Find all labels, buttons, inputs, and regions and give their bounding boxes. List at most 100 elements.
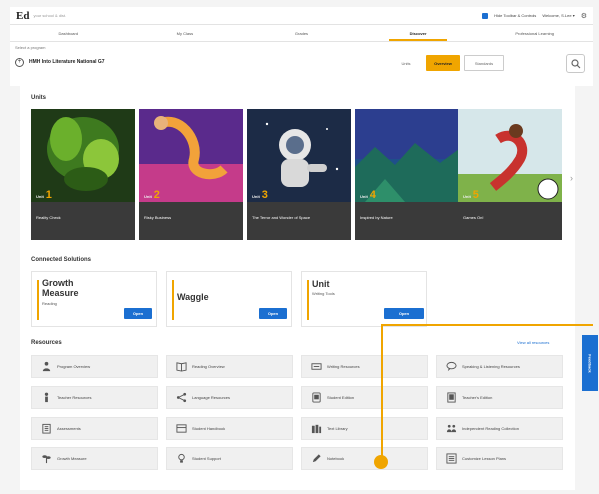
unit-number: Unit 2	[144, 189, 160, 201]
gear-icon[interactable]: ⚙	[581, 12, 587, 20]
books-icon	[310, 423, 322, 435]
open-growth-measure-button[interactable]: Open	[124, 308, 152, 319]
unit-card-3[interactable]: Unit 3 The Terror and Wonder of Space	[247, 109, 351, 240]
library-icon	[175, 423, 187, 435]
toolbar-toggle-icon[interactable]	[482, 12, 489, 19]
people-icon	[40, 361, 52, 373]
unit-card-1[interactable]: Unit 1 Reality Check	[31, 109, 135, 240]
resource-label: Reading Overview	[192, 364, 225, 369]
resource-button[interactable]: Speaking & Listening Resources	[436, 355, 563, 378]
feedback-label: Feedback	[587, 353, 593, 373]
resource-button[interactable]: Text Library	[301, 417, 428, 440]
resource-button[interactable]: Teacher Resources	[31, 386, 158, 409]
share-icon	[175, 392, 187, 404]
resource-button[interactable]: Teacher's Edition	[436, 386, 563, 409]
unit-number: Unit 3	[252, 189, 268, 201]
resource-label: Student Support	[192, 456, 221, 461]
resource-label: Growth Measure	[57, 456, 87, 461]
unit-title: Inspired by Nature	[360, 215, 393, 220]
unit-number: Unit 5	[463, 189, 479, 201]
view-option-overview[interactable]: Overview	[426, 55, 460, 71]
resource-label: Student Handbook	[192, 426, 226, 431]
resource-button[interactable]: Student Handbook	[166, 417, 293, 440]
clipboard-icon	[40, 423, 52, 435]
view-all-resources-link[interactable]: View all resources	[517, 340, 549, 345]
top-right-controls: Hide Toolbar & Controls Welcome, S.Lee ▾…	[482, 12, 587, 20]
unit-card-4[interactable]: Unit 4 Inspired by Nature	[355, 109, 459, 240]
unit-title: Games On!	[463, 215, 484, 220]
keyboard-icon	[310, 361, 322, 373]
resource-button[interactable]: Customize Lesson Plans	[436, 447, 563, 470]
solution-card-writing-tools[interactable]: Unit Writing Tools Open	[301, 271, 427, 327]
unit-card-5[interactable]: Unit 5 Games On!	[458, 109, 562, 240]
view-option-units[interactable]: Units	[390, 55, 422, 71]
top-bar: Ed your school & dist. Hide Toolbar & Co…	[10, 7, 593, 25]
resource-button[interactable]: Reading Overview	[166, 355, 293, 378]
person-icon	[40, 392, 52, 404]
solution-subtitle: Writing Tools	[312, 291, 335, 296]
resource-button[interactable]: Student Edition	[301, 386, 428, 409]
solution-card-growth-measure[interactable]: Growth Measure Reading Open	[31, 271, 157, 327]
unit-card-2[interactable]: Unit 2 Risky Business	[139, 109, 243, 240]
lightbulb-icon	[175, 453, 187, 465]
accent-bar	[307, 280, 309, 320]
chat-icon	[445, 361, 457, 373]
solution-subtitle: Reading	[42, 301, 57, 306]
user-menu[interactable]: Welcome, S.Lee ▾	[542, 13, 574, 18]
view-option-standards[interactable]: Standards	[464, 55, 504, 71]
nav-tab-dashboard[interactable]: Dashboard	[10, 25, 127, 41]
resource-button[interactable]: Notebook	[301, 447, 428, 470]
resource-label: Independent Reading Collection	[462, 426, 519, 431]
unit-title: Reality Check	[36, 215, 61, 220]
resource-label: Assessments	[57, 426, 81, 431]
program-caption: Select a program	[15, 45, 46, 50]
nav-tab-discover[interactable]: Discover	[360, 25, 477, 41]
search-button[interactable]	[566, 54, 585, 73]
resource-label: Writing Resources	[327, 364, 360, 369]
accent-bar	[37, 280, 39, 320]
toolbar-toggle-label[interactable]: Hide Toolbar & Controls	[494, 13, 536, 18]
resource-button[interactable]: Student Support	[166, 447, 293, 470]
main-nav: Dashboard My Class Grades Discover Profe…	[10, 25, 593, 42]
program-selector-row: Select a program + HMH Into Literature N…	[10, 42, 593, 86]
solution-name: Waggle	[177, 292, 209, 302]
connected-solutions-title: Connected Solutions	[31, 257, 91, 263]
resource-button[interactable]: Independent Reading Collection	[436, 417, 563, 440]
nav-tab-professional-learning[interactable]: Professional Learning	[476, 25, 593, 41]
resource-button[interactable]: Program Overview	[31, 355, 158, 378]
resource-label: Program Overview	[57, 364, 91, 369]
resource-label: Teacher Resources	[57, 395, 92, 400]
list-icon	[445, 453, 457, 465]
resource-button[interactable]: Growth Measure	[31, 447, 158, 470]
open-waggle-button[interactable]: Open	[259, 308, 287, 319]
nav-tab-my-class[interactable]: My Class	[127, 25, 244, 41]
unit-number: Unit 1	[36, 189, 52, 201]
logo[interactable]: Ed	[16, 10, 29, 22]
resource-button[interactable]: Assessments	[31, 417, 158, 440]
nav-tab-grades[interactable]: Grades	[243, 25, 360, 41]
plant-icon	[40, 453, 52, 465]
program-expand-icon[interactable]: +	[15, 58, 24, 67]
resource-label: Customize Lesson Plans	[462, 456, 507, 461]
resources-title: Resources	[31, 340, 62, 346]
main-panel: Units Unit 1 Reality Check Unit 2 Risky Bu…	[20, 85, 575, 490]
open-writing-tools-button[interactable]: Open	[384, 308, 424, 319]
unit-title: Risky Business	[144, 215, 172, 220]
resource-label: Student Edition	[327, 395, 355, 400]
solution-name: Growth Measure	[42, 278, 79, 298]
program-title[interactable]: HMH Into Literature National G7	[29, 59, 105, 65]
resource-button[interactable]: Writing Resources	[301, 355, 428, 378]
chevron-right-icon[interactable]: ›	[570, 173, 573, 183]
callout-line	[381, 324, 593, 326]
org-name: your school & dist.	[33, 13, 67, 18]
feedback-tab[interactable]: Feedback	[582, 335, 598, 391]
units-section-title: Units	[31, 95, 46, 101]
book-tablet-icon	[445, 392, 457, 404]
solution-name: Unit	[312, 279, 330, 289]
view-toggle: Units Overview Standards	[390, 55, 504, 71]
resource-button[interactable]: Language Resources	[166, 386, 293, 409]
solution-card-waggle[interactable]: Waggle Open	[166, 271, 292, 327]
callout-dot	[374, 455, 388, 469]
unit-title: The Terror and Wonder of Space	[252, 215, 311, 220]
resource-label: Teacher's Edition	[462, 395, 493, 400]
